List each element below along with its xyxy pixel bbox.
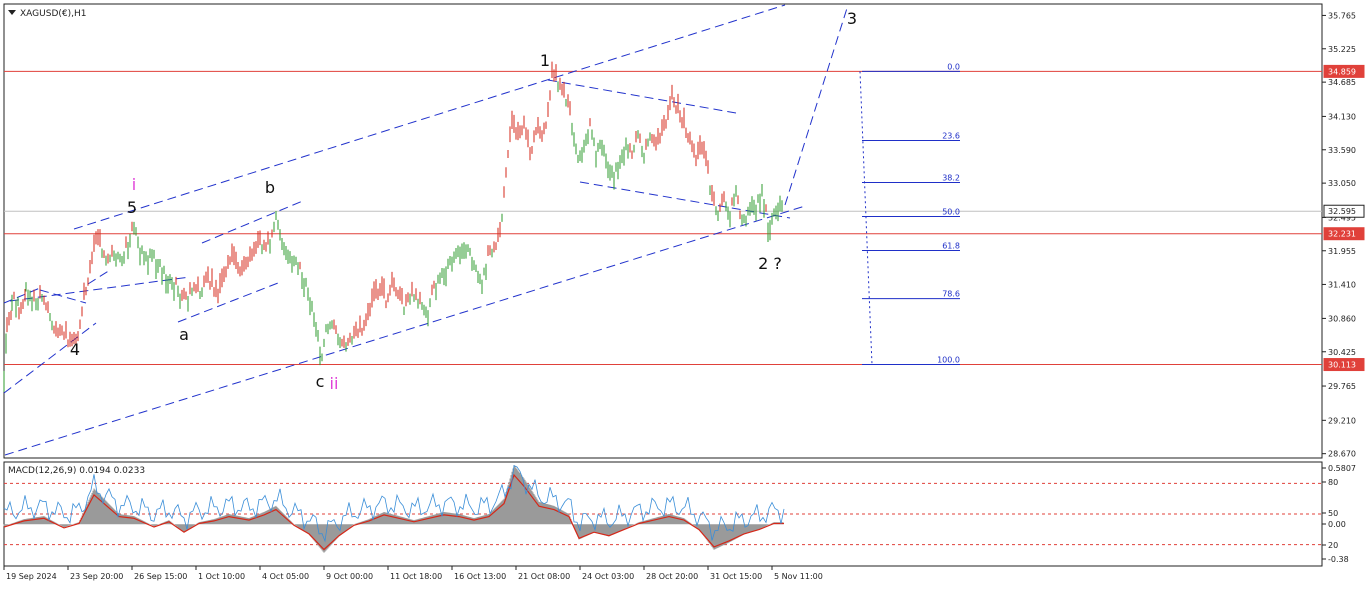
time-tick-label-6: 11 Oct 18:00 (390, 572, 442, 581)
time-tick-label-11: 31 Oct 15:00 (710, 572, 762, 581)
time-tick-label-8: 21 Oct 08:00 (518, 572, 570, 581)
wave-label-9: 3 (847, 9, 857, 28)
price-tick-label-7: 31.955 (1328, 247, 1356, 256)
chart-title: XAGUSD(€),H1 (20, 9, 86, 19)
time-tick-label-5: 9 Oct 00:00 (326, 572, 373, 581)
price-tick-label-1: 35.225 (1328, 45, 1356, 54)
price-tag-label-2: 30.113 (1328, 361, 1356, 370)
price-tag-label-1: 32.231 (1328, 230, 1356, 239)
price-tick-label-8: 31.410 (1328, 280, 1356, 289)
time-tick-label-10: 28 Oct 20:00 (646, 572, 698, 581)
price-tick-label-12: 29.210 (1328, 416, 1356, 425)
wave-label-0: i (132, 175, 136, 194)
chart-title-group: XAGUSD(€),H1 (8, 9, 86, 19)
fib-level-label-2: 38.2 (942, 174, 960, 183)
wave-label-2: b (265, 178, 275, 197)
price-panel-frame (3, 3, 1323, 459)
time-tick-label-7: 16 Oct 13:00 (454, 572, 506, 581)
price-tick-label-4: 33.590 (1328, 146, 1356, 155)
macd-tick-label-5: -0.38 (1328, 555, 1349, 564)
time-tick-label-4: 4 Oct 05:00 (262, 572, 309, 581)
price-tick-label-3: 34.130 (1328, 112, 1356, 121)
fib-level-label-3: 50.0 (942, 207, 960, 216)
macd-tick-label-4: 20 (1328, 541, 1338, 550)
price-tick-label-13: 28.670 (1328, 450, 1356, 459)
time-tick-label-12: 5 Nov 11:00 (774, 572, 823, 581)
fib-level-label-4: 61.8 (942, 241, 960, 250)
price-tick-label-9: 30.860 (1328, 314, 1356, 323)
price-tick-label-11: 29.765 (1328, 382, 1356, 391)
wave-label-8: 2 ? (758, 254, 782, 273)
wave-label-6: ii (330, 374, 339, 393)
time-tick-label-2: 26 Sep 15:00 (134, 572, 187, 581)
price-tag-label-3: 32.595 (1328, 207, 1356, 216)
price-tick-label-2: 34.685 (1328, 78, 1356, 87)
macd-title: MACD(12,26,9) 0.0194 0.0233 (8, 466, 145, 476)
macd-tick-label-2: 50 (1328, 509, 1338, 518)
time-tick-label-3: 1 Oct 10:00 (198, 572, 245, 581)
time-tick-label-9: 24 Oct 03:00 (582, 572, 634, 581)
fib-level-label-6: 100.0 (937, 356, 960, 365)
wave-label-4: 4 (70, 340, 80, 359)
time-axis: 19 Sep 2024 23 Sep 20:00 26 Sep 15:00 1 Oct… (3, 566, 823, 581)
price-tick-label-0: 35.765 (1328, 11, 1356, 20)
fib-level-label-0: 0.0 (947, 62, 960, 71)
wave-label-7: 1 (540, 51, 550, 70)
wave-label-1: 5 (127, 198, 137, 217)
macd-tick-label-0: 0.5807 (1328, 464, 1356, 473)
macd-axis: 0.5807 80 50 0.00 20 -0.38 (1322, 464, 1356, 564)
chart-window: XAGUSD(€),H1 MACD(12,26,9) 0.0194 0.0233… (0, 0, 1366, 588)
price-tick-label-5: 33.050 (1328, 179, 1356, 188)
fib-level-label-5: 78.6 (942, 290, 960, 299)
fib-level-label-1: 23.6 (942, 132, 960, 141)
time-tick-label-1: 23 Sep 20:00 (70, 572, 123, 581)
chart-svg: XAGUSD(€),H1 MACD(12,26,9) 0.0194 0.0233… (3, 3, 1365, 581)
time-tick-label-0: 19 Sep 2024 (6, 572, 57, 581)
price-tick-label-10: 30.425 (1328, 348, 1356, 357)
wave-label-5: c (316, 372, 325, 391)
macd-tick-label-1: 80 (1328, 478, 1338, 487)
macd-tick-label-3: 0.00 (1328, 520, 1346, 529)
price-tag-label-0: 34.859 (1328, 67, 1356, 76)
wave-label-3: a (179, 325, 189, 344)
